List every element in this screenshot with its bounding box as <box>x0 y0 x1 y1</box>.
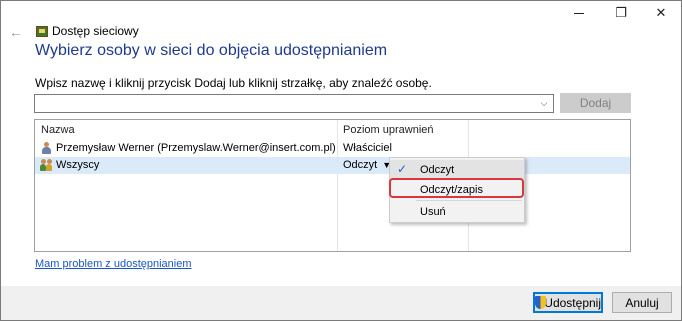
row-name: Wszyscy <box>56 159 100 171</box>
row-name: Przemysław Werner (Przemyslaw.Werner@ins… <box>56 142 336 154</box>
back-arrow-icon[interactable]: ← <box>9 24 23 40</box>
cancel-button[interactable]: Anuluj <box>612 292 672 313</box>
dialog-window: ❐ ✕ ← Dostęp sieciowy Wybierz osoby w si… <box>0 0 682 321</box>
checkmark-icon: ✓ <box>397 162 408 176</box>
restore-icon: ❐ <box>615 5 627 20</box>
minimize-icon <box>574 12 584 14</box>
share-button[interactable]: Udostępnij <box>533 292 603 313</box>
permission-dropdown[interactable]: Odczyt ▼ <box>343 159 391 171</box>
menu-item-read-write[interactable]: Odczyt/zapis <box>390 180 524 200</box>
maximize-button[interactable]: ❐ <box>603 1 639 25</box>
help-link[interactable]: Mam problem z udostępnianiem <box>35 258 192 270</box>
close-button[interactable]: ✕ <box>643 1 679 25</box>
menu-separator <box>416 200 522 201</box>
close-icon: ✕ <box>655 5 667 20</box>
instruction-text: Wpisz nazwę i kliknij przycisk Dodaj lub… <box>35 76 432 90</box>
menu-item-label: Odczyt/zapis <box>420 184 483 196</box>
group-icon <box>40 159 54 171</box>
sharing-list: Nazwa Poziom uprawnień Przemysław Werner… <box>34 119 631 252</box>
menu-item-read[interactable]: ✓ Odczyt <box>390 160 524 180</box>
chevron-down-icon[interactable]: ⌵ <box>537 95 551 112</box>
permission-value: Odczyt <box>343 159 378 171</box>
window-title: Dostęp sieciowy <box>52 24 139 38</box>
list-row-selected[interactable]: Wszyscy Odczyt ▼ <box>35 157 630 174</box>
uac-shield-icon <box>535 296 547 309</box>
person-combo-input[interactable]: ⌵ <box>34 94 554 113</box>
footer-bar: Udostępnij Anuluj <box>1 286 681 320</box>
share-button-label: Udostępnij <box>544 295 601 310</box>
network-share-icon <box>36 26 48 37</box>
add-button[interactable]: Dodaj <box>560 93 631 113</box>
permission-menu: ✓ Odczyt Odczyt/zapis Usuń <box>389 157 525 223</box>
column-header-name[interactable]: Nazwa <box>41 124 75 136</box>
row-permission: Właściciel <box>343 142 392 154</box>
menu-item-label: Usuń <box>420 206 446 218</box>
user-icon <box>42 142 51 154</box>
column-header-permission[interactable]: Poziom uprawnień <box>343 124 434 136</box>
page-heading: Wybierz osoby w sieci do objęcia udostęp… <box>35 42 388 59</box>
list-row[interactable]: Przemysław Werner (Przemyslaw.Werner@ins… <box>35 140 630 157</box>
menu-item-label: Odczyt <box>420 164 455 176</box>
menu-item-remove[interactable]: Usuń <box>390 202 524 222</box>
minimize-button[interactable] <box>561 1 597 25</box>
